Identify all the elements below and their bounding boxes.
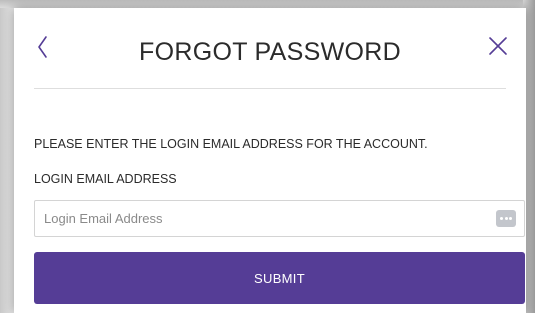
close-button[interactable] <box>488 36 508 56</box>
instruction-text: PLEASE ENTER THE LOGIN EMAIL ADDRESS FOR… <box>34 137 428 151</box>
email-field-container <box>34 200 525 237</box>
close-icon <box>489 37 507 55</box>
dialog-header: FORGOT PASSWORD <box>14 8 526 88</box>
submit-button[interactable]: SUBMIT <box>34 252 525 304</box>
dialog-title: FORGOT PASSWORD <box>139 38 401 66</box>
password-manager-dots-icon[interactable] <box>496 210 516 227</box>
header-divider <box>34 88 506 89</box>
email-field-label: LOGIN EMAIL ADDRESS <box>34 172 177 186</box>
page-backdrop-left <box>0 0 14 313</box>
forgot-password-dialog: FORGOT PASSWORD PLEASE ENTER THE LOGIN E… <box>14 8 526 313</box>
page-backdrop-top <box>0 0 535 8</box>
email-field[interactable] <box>35 201 524 236</box>
